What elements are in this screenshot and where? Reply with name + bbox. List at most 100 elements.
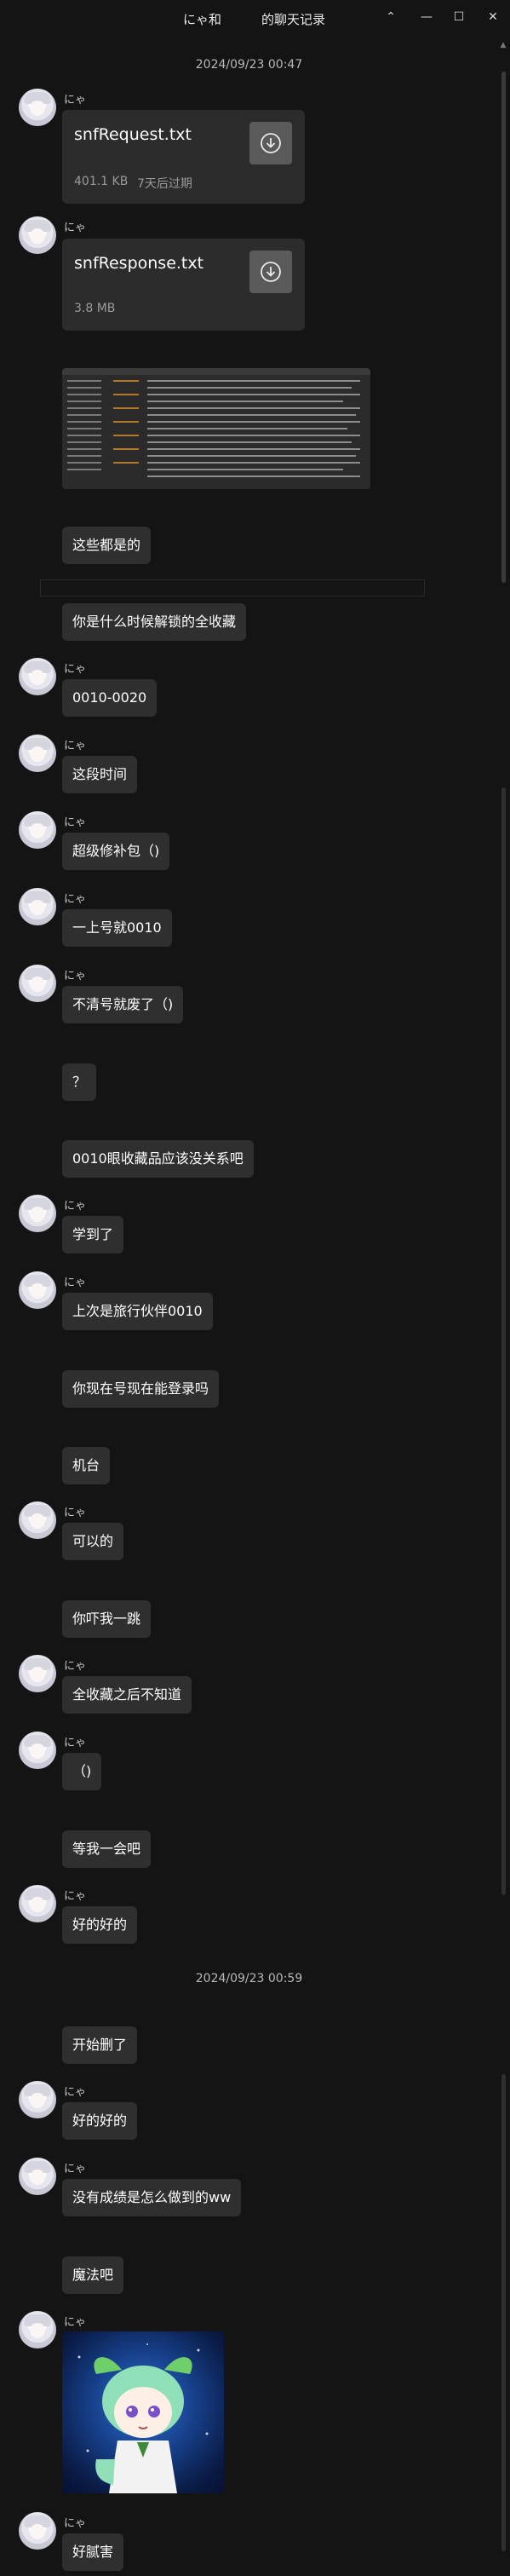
download-circle-icon bbox=[261, 133, 281, 153]
message-bubble[interactable]: 学到了 bbox=[62, 1216, 124, 1253]
message-bubble[interactable]: 这些都是的 bbox=[62, 527, 152, 564]
avatar-face bbox=[30, 670, 45, 685]
sender-name: にゃ bbox=[64, 1660, 87, 1673]
sender-name: にゃ bbox=[64, 94, 87, 107]
message-bubble[interactable]: 0010眼收藏品应该没关系吧 bbox=[62, 1140, 254, 1178]
sender-name: にゃ bbox=[64, 663, 87, 676]
avatar[interactable] bbox=[19, 1655, 56, 1692]
avatar-face bbox=[30, 900, 45, 915]
selection-divider bbox=[40, 579, 425, 596]
timestamp: 2024/09/23 00:47 bbox=[195, 58, 303, 72]
scroll-up-arrow-icon[interactable]: ▲ bbox=[498, 41, 508, 49]
message-bubble[interactable]: 全收藏之后不知道 bbox=[62, 1676, 192, 1714]
window-title-suffix: 的聊天记录 bbox=[261, 12, 326, 27]
avatar-face bbox=[30, 1897, 45, 1912]
sender-name: にゃ bbox=[64, 1890, 87, 1903]
sender-name: にゃ bbox=[64, 1276, 87, 1289]
download-button[interactable] bbox=[249, 251, 292, 293]
message-bubble[interactable]: 魔法吧 bbox=[62, 2256, 124, 2294]
avatar[interactable] bbox=[19, 811, 56, 849]
download-button[interactable] bbox=[249, 122, 292, 164]
message-bubble[interactable]: ？ bbox=[62, 1063, 97, 1101]
timestamp: 2024/09/23 00:59 bbox=[195, 1972, 303, 1985]
avatar[interactable] bbox=[19, 965, 56, 1002]
message-bubble[interactable]: 机台 bbox=[62, 1447, 111, 1484]
avatar-face bbox=[30, 1283, 45, 1299]
avatar[interactable] bbox=[19, 1732, 56, 1769]
file-name: snfRequest.txt bbox=[74, 125, 192, 144]
avatar[interactable] bbox=[19, 89, 56, 126]
file-size: 3.8 MB bbox=[74, 302, 116, 315]
scroll-thumb-bottom[interactable] bbox=[501, 2074, 506, 2551]
message-bubble[interactable]: 好的好的 bbox=[62, 1906, 138, 1944]
avatar-face bbox=[30, 977, 45, 992]
avatar-face bbox=[30, 1207, 45, 1222]
sticker-image[interactable] bbox=[62, 2331, 224, 2493]
message-bubble[interactable]: 可以的 bbox=[62, 1523, 124, 1560]
avatar[interactable] bbox=[19, 2512, 56, 2550]
message-bubble[interactable]: 好腻害 bbox=[62, 2533, 124, 2571]
avatar[interactable] bbox=[19, 1271, 56, 1309]
avatar-face bbox=[30, 823, 45, 838]
collapse-button[interactable]: ⌃ bbox=[381, 8, 400, 26]
avatar[interactable] bbox=[19, 216, 56, 254]
avatar-face bbox=[30, 228, 45, 244]
avatar-face bbox=[30, 1513, 45, 1529]
message-bubble[interactable]: 你是什么时候解锁的全收藏 bbox=[62, 603, 247, 641]
avatar-face bbox=[30, 2323, 45, 2338]
sender-name: にゃ bbox=[64, 222, 87, 234]
sender-name: にゃ bbox=[64, 1507, 87, 1519]
message-bubble[interactable]: 好的好的 bbox=[62, 2102, 138, 2140]
avatar-face bbox=[30, 1667, 45, 1682]
avatar[interactable] bbox=[19, 658, 56, 695]
anime-sticker bbox=[77, 2343, 209, 2493]
message-bubble[interactable]: 你吓我一跳 bbox=[62, 1600, 152, 1638]
sender-name: にゃ bbox=[64, 1200, 87, 1213]
file-size: 401.1 KB bbox=[74, 175, 129, 188]
avatar-face bbox=[30, 2170, 45, 2185]
file-card[interactable]: snfRequest.txt 401.1 KB 7天后过期 bbox=[62, 110, 305, 204]
message-bubble[interactable]: 这段时间 bbox=[62, 756, 138, 793]
avatar[interactable] bbox=[19, 1885, 56, 1922]
message-bubble[interactable]: （) bbox=[62, 1753, 102, 1790]
sender-name: にゃ bbox=[64, 970, 87, 983]
avatar[interactable] bbox=[19, 2311, 56, 2348]
minimize-button[interactable]: — bbox=[417, 8, 436, 26]
message-bubble[interactable]: 开始删了 bbox=[62, 2026, 138, 2064]
scroll-thumb[interactable] bbox=[501, 72, 506, 583]
sender-name: にゃ bbox=[64, 740, 87, 752]
message-bubble[interactable]: 你现在号现在能登录吗 bbox=[62, 1370, 220, 1408]
avatar-face bbox=[30, 101, 45, 116]
avatar[interactable] bbox=[19, 735, 56, 772]
avatar-face bbox=[30, 746, 45, 762]
sender-name: にゃ bbox=[64, 893, 87, 906]
avatar[interactable] bbox=[19, 1501, 56, 1539]
avatar-face bbox=[30, 2093, 45, 2108]
message-bubble[interactable]: 没有成绩是怎么做到的ww bbox=[62, 2179, 242, 2216]
file-expiry: 7天后过期 bbox=[137, 177, 192, 191]
message-bubble[interactable]: 等我一会吧 bbox=[62, 1830, 152, 1868]
sender-name: にゃ bbox=[64, 2316, 87, 2329]
file-card[interactable]: snfResponse.txt 3.8 MB bbox=[62, 239, 305, 331]
message-bubble[interactable]: 不清号就废了（) bbox=[62, 986, 184, 1023]
sender-name: にゃ bbox=[64, 816, 87, 829]
close-button[interactable]: ✕ bbox=[484, 8, 502, 26]
window-title-contact: にゃ和 bbox=[183, 12, 222, 27]
avatar[interactable] bbox=[19, 888, 56, 925]
sender-name: にゃ bbox=[64, 1737, 87, 1749]
avatar[interactable] bbox=[19, 1195, 56, 1232]
message-bubble[interactable]: 0010-0020 bbox=[62, 679, 158, 717]
sender-name: にゃ bbox=[64, 2163, 87, 2175]
message-bubble[interactable]: 一上号就0010 bbox=[62, 909, 172, 947]
scroll-thumb-lower[interactable] bbox=[501, 787, 506, 1895]
screenshot-image[interactable] bbox=[62, 368, 370, 489]
sender-name: にゃ bbox=[64, 2517, 87, 2530]
avatar[interactable] bbox=[19, 2158, 56, 2195]
sender-name: にゃ bbox=[64, 2086, 87, 2099]
avatar[interactable] bbox=[19, 2081, 56, 2118]
chat-scrollbar[interactable]: ▲ bbox=[498, 37, 508, 2576]
avatar-face bbox=[30, 2524, 45, 2539]
message-bubble[interactable]: 上次是旅行伙伴0010 bbox=[62, 1293, 213, 1330]
message-bubble[interactable]: 超级修补包（) bbox=[62, 833, 170, 870]
maximize-button[interactable]: ☐ bbox=[450, 8, 468, 26]
